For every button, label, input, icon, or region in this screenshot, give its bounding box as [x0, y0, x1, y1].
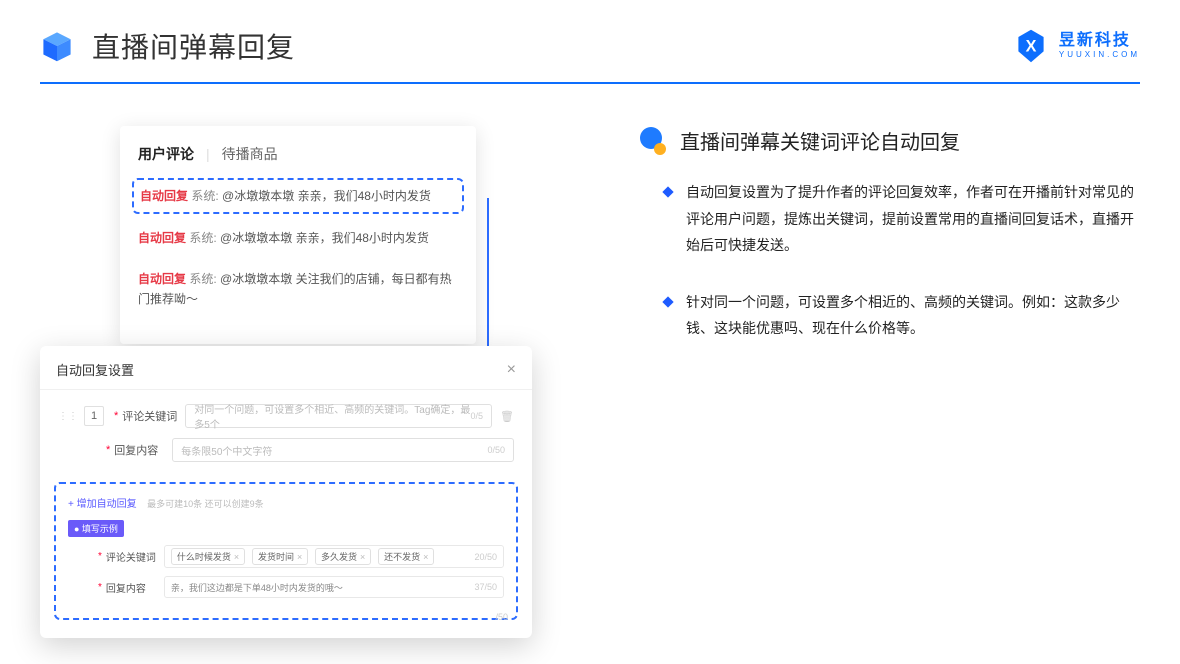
close-icon[interactable]: ×	[507, 361, 516, 379]
bullet-text: 自动回复设置为了提升作者的评论回复效率，作者可在开播前针对常见的评论用户问题，提…	[686, 179, 1140, 259]
example-reply-counter: 37/50	[474, 582, 497, 592]
brand-name-cn: 昱新科技	[1059, 33, 1140, 49]
modal-title: 自动回复设置	[56, 360, 134, 379]
brand-logo: X 昱新科技 YUUXIN.COM	[1013, 28, 1140, 64]
page-title: 直播间弹幕回复	[92, 26, 295, 66]
example-keyword-row: * 评论关键词 什么时候发货× 发货时间× 多久发货× 还不发货× 20/50	[68, 545, 504, 568]
example-keyword-counter: 20/50	[474, 552, 497, 562]
keyword-label: 评论关键词	[122, 408, 177, 424]
highlighted-comment: 自动回复 系统: @冰墩墩本墩 亲亲，我们48小时内发货	[132, 178, 464, 214]
description-column: 直播间弹幕关键词评论自动回复 自动回复设置为了提升作者的评论回复效率，作者可在开…	[560, 126, 1140, 372]
page-header: 直播间弹幕回复 X 昱新科技 YUUXIN.COM	[0, 0, 1180, 76]
keyword-row: ⋮⋮ 1 * 评论关键词 对同一个问题，可设置多个相近、高频的关键词。Tag确定…	[58, 404, 514, 428]
required-star: *	[114, 410, 118, 422]
auto-reply-badge: 自动回复	[138, 272, 186, 286]
system-label: 系统:	[189, 231, 216, 245]
bubble-icon	[640, 127, 668, 155]
brand-icon: X	[1013, 28, 1049, 64]
section-title: 直播间弹幕关键词评论自动回复	[680, 126, 960, 155]
tag-chip[interactable]: 多久发货×	[315, 548, 371, 565]
add-hint: 最多可建10条 还可以创建9条	[147, 499, 264, 509]
auto-reply-badge: 自动回复	[138, 231, 186, 245]
keyword-counter: 0/5	[471, 411, 484, 421]
tab-divider: |	[206, 146, 210, 162]
section-heading: 直播间弹幕关键词评论自动回复	[640, 126, 1140, 155]
cube-icon	[40, 29, 74, 63]
delete-icon[interactable]: 🗑	[500, 410, 514, 423]
auto-reply-badge: 自动回复	[140, 189, 188, 203]
system-label: 系统:	[191, 189, 218, 203]
tag-chip[interactable]: 发货时间×	[252, 548, 308, 565]
example-keyword-input[interactable]: 什么时候发货× 发货时间× 多久发货× 还不发货× 20/50	[164, 545, 504, 568]
keyword-input[interactable]: 对同一个问题，可设置多个相近、高频的关键词。Tag确定，最多5个 0/5	[185, 404, 492, 428]
example-section: + 增加自动回复 最多可建10条 还可以创建9条 ● 填写示例 * 评论关键词 …	[54, 482, 518, 620]
add-auto-reply-link[interactable]: + 增加自动回复	[68, 499, 137, 510]
comment-text: @冰墩墩本墩 亲亲，我们48小时内发货	[220, 231, 429, 245]
required-star: *	[98, 551, 102, 562]
svg-text:X: X	[1025, 37, 1036, 55]
example-keyword-label: 评论关键词	[106, 549, 156, 564]
comment-row: 自动回复 系统: @冰墩墩本墩 亲亲，我们48小时内发货	[140, 186, 456, 206]
comment-text: @冰墩墩本墩 亲亲，我们48小时内发货	[222, 189, 431, 203]
drag-handle-icon[interactable]: ⋮⋮	[58, 411, 78, 422]
rule-index: 1	[84, 406, 104, 426]
bullet-list: 自动回复设置为了提升作者的评论回复效率，作者可在开播前针对常见的评论用户问题，提…	[640, 179, 1140, 342]
example-reply-text: 亲，我们这边都是下单48小时内发货的哦～	[171, 581, 343, 594]
comment-row: 自动回复 系统: @冰墩墩本墩 关注我们的店铺，每日都有热门推荐呦～	[120, 259, 476, 320]
comments-tabs: 用户评论 | 待播商品	[120, 144, 476, 174]
reply-counter: 0/50	[487, 445, 505, 455]
tab-pending-products[interactable]: 待播商品	[222, 144, 278, 164]
comment-row: 自动回复 系统: @冰墩墩本墩 亲亲，我们48小时内发货	[120, 218, 476, 258]
diamond-icon	[662, 186, 673, 197]
keyword-placeholder: 对同一个问题，可设置多个相近、高频的关键词。Tag确定，最多5个	[194, 401, 470, 431]
required-star: *	[98, 582, 102, 593]
system-label: 系统:	[189, 272, 216, 286]
tab-user-comments[interactable]: 用户评论	[138, 144, 194, 164]
bullet-item: 自动回复设置为了提升作者的评论回复效率，作者可在开播前针对常见的评论用户问题，提…	[664, 179, 1140, 259]
required-star: *	[106, 444, 110, 456]
tag-chip[interactable]: 还不发货×	[378, 548, 434, 565]
brand-name-en: YUUXIN.COM	[1059, 51, 1140, 59]
reply-placeholder: 每条限50个中文字符	[181, 443, 272, 458]
bullet-item: 针对同一个问题，可设置多个相近的、高频的关键词。例如：这款多少钱、这块能优惠吗、…	[664, 289, 1140, 342]
reply-row: * 回复内容 每条限50个中文字符 0/50	[58, 438, 514, 462]
ghost-counter: /50	[495, 612, 508, 622]
auto-reply-settings-modal: 自动回复设置 × ⋮⋮ 1 * 评论关键词 对同一个问题，可设置多个相近、高频的…	[40, 346, 532, 638]
comments-panel: 用户评论 | 待播商品 自动回复 系统: @冰墩墩本墩 亲亲，我们48小时内发货…	[120, 126, 476, 344]
reply-label: 回复内容	[114, 442, 164, 458]
example-reply-label: 回复内容	[106, 580, 156, 595]
tag-chip[interactable]: 什么时候发货×	[171, 548, 245, 565]
diamond-icon	[662, 296, 673, 307]
reply-input[interactable]: 每条限50个中文字符 0/50	[172, 438, 514, 462]
bullet-text: 针对同一个问题，可设置多个相近的、高频的关键词。例如：这款多少钱、这块能优惠吗、…	[686, 289, 1140, 342]
example-reply-input[interactable]: 亲，我们这边都是下单48小时内发货的哦～ 37/50	[164, 576, 504, 598]
example-badge: ● 填写示例	[68, 520, 124, 537]
example-reply-row: * 回复内容 亲，我们这边都是下单48小时内发货的哦～ 37/50	[68, 576, 504, 598]
comment-text: @冰墩墩本墩 关注我们的店铺，每日都有热门推荐呦～	[138, 272, 452, 306]
screenshot-column: 用户评论 | 待播商品 自动回复 系统: @冰墩墩本墩 亲亲，我们48小时内发货…	[40, 126, 560, 372]
